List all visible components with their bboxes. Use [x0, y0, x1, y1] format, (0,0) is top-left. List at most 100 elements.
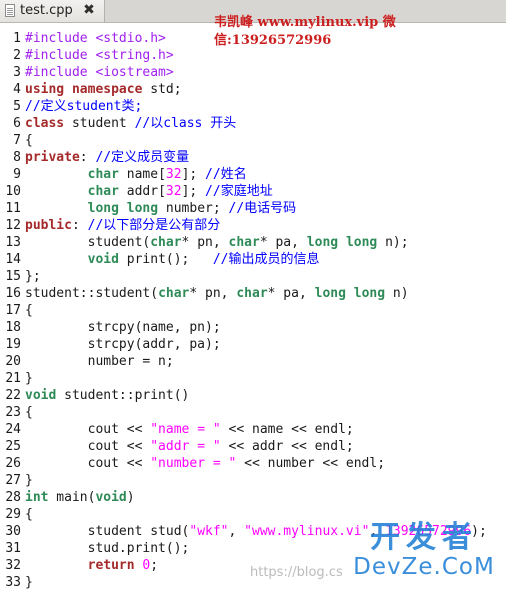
code-token: << name << endl; — [220, 422, 354, 437]
code-line[interactable]: 13 student(char* pn, char* pa, long long… — [0, 234, 506, 251]
code-token: public — [25, 218, 72, 233]
code-line[interactable]: 3 #include <iostream> — [0, 64, 506, 81]
code-line[interactable]: 21} — [0, 370, 506, 387]
code-text[interactable]: strcpy(name, pn); — [25, 319, 221, 336]
line-number: 27 — [5, 473, 21, 488]
code-token: 32 — [165, 167, 182, 182]
code-text[interactable]: stud.print(); — [25, 540, 190, 557]
code-text[interactable]: { — [25, 132, 33, 149]
code-line[interactable]: 6 class student //以class 开头 — [0, 115, 506, 132]
code-line[interactable]: 7{ — [0, 132, 506, 149]
code-token: student::print() — [56, 388, 190, 403]
line-number: 17 — [5, 303, 21, 318]
code-text[interactable]: void student::print() — [25, 387, 189, 404]
line-number: 20 — [5, 354, 21, 369]
code-line[interactable]: 31 stud.print(); — [0, 540, 506, 557]
code-line[interactable]: 32 return 0; — [0, 557, 506, 574]
code-line[interactable]: 27} — [0, 472, 506, 489]
tab-test-cpp[interactable]: test.cpp ✖ — [0, 0, 105, 22]
code-text[interactable]: { — [25, 404, 33, 421]
code-line[interactable]: 26 cout << "number = " << number << endl… — [0, 455, 506, 472]
code-line[interactable]: 17 { — [0, 302, 506, 319]
code-line[interactable]: 19 strcpy(addr, pa); — [0, 336, 506, 353]
line-number: 19 — [5, 337, 21, 352]
line-number: 30 — [5, 524, 21, 539]
code-text[interactable]: int main(void) — [25, 489, 135, 506]
code-token: long — [306, 235, 339, 250]
code-text[interactable]: { — [25, 302, 33, 319]
code-token: "addr = " — [150, 439, 221, 454]
code-text[interactable]: #include <string.h> — [25, 47, 174, 64]
code-line[interactable]: 23 { — [0, 404, 506, 421]
code-text[interactable]: { — [25, 506, 33, 523]
code-text[interactable]: strcpy(addr, pa); — [25, 336, 221, 353]
code-text[interactable]: cout << "number = " << number << endl; — [25, 455, 385, 472]
code-text[interactable]: return 0; — [25, 557, 158, 574]
code-line[interactable]: 12 public: //以下部分是公有部分 — [0, 217, 506, 234]
code-line[interactable]: 22 void student::print() — [0, 387, 506, 404]
line-number: 12 — [5, 218, 21, 233]
code-line[interactable]: 14 void print(); //输出成员的信息 — [0, 251, 506, 268]
code-token: //输出成员的信息 — [212, 252, 320, 267]
code-line[interactable]: 15}; — [0, 268, 506, 285]
code-line[interactable]: 24 cout << "name = " << name << endl; — [0, 421, 506, 438]
code-text[interactable]: student::student(char* pn, char* pa, lon… — [25, 285, 409, 302]
code-token: number = n; — [25, 354, 174, 369]
code-line[interactable]: 8 private: //定义成员变量 — [0, 149, 506, 166]
code-text[interactable]: public: //以下部分是公有部分 — [25, 217, 220, 234]
line-number: 9 — [13, 167, 21, 182]
code-token: print(); — [118, 252, 213, 267]
code-text[interactable]: char addr[32]; //家庭地址 — [25, 183, 273, 200]
code-text[interactable]: cout << "name = " << name << endl; — [25, 421, 354, 438]
code-line[interactable]: 10 char addr[32]; //家庭地址 — [0, 183, 506, 200]
close-icon[interactable]: ✖ — [82, 3, 96, 17]
code-line[interactable]: 5 //定义student类; — [0, 98, 506, 115]
code-line[interactable]: 16 student::student(char* pn, char* pa, l… — [0, 285, 506, 302]
code-line[interactable]: 9 char name[32]; //姓名 — [0, 166, 506, 183]
code-line[interactable]: 25 cout << "addr = " << addr << endl; — [0, 438, 506, 455]
code-text[interactable]: class student //以class 开头 — [25, 115, 236, 132]
code-token: //以下部分是公有部分 — [87, 218, 221, 233]
code-text[interactable]: }; — [25, 268, 41, 285]
code-text[interactable]: student(char* pn, char* pa, long long n)… — [25, 234, 409, 251]
code-token: addr[ — [118, 184, 166, 199]
code-text[interactable]: } — [25, 472, 33, 489]
code-text[interactable]: using namespace std; — [25, 81, 182, 98]
code-token: //定义成员变量 — [95, 150, 190, 165]
code-line[interactable]: 30 student stud("wkf", "www.mylinux.vi",… — [0, 523, 506, 540]
code-text[interactable]: student stud("wkf", "www.mylinux.vi", 13… — [25, 523, 487, 540]
code-text[interactable]: cout << "addr = " << addr << endl; — [25, 438, 354, 455]
code-line[interactable]: 33} — [0, 574, 506, 590]
line-number: 7 — [13, 133, 21, 148]
code-token: name[ — [118, 167, 166, 182]
line-number: 14 — [5, 252, 21, 267]
code-text[interactable]: number = n; — [25, 353, 174, 370]
code-text[interactable]: long long number; //电话号码 — [25, 200, 297, 217]
code-token: long — [87, 201, 119, 216]
code-text[interactable]: void print(); //输出成员的信息 — [25, 251, 320, 268]
code-text[interactable]: private: //定义成员变量 — [25, 149, 189, 166]
code-line[interactable]: 28 int main(void) — [0, 489, 506, 506]
code-line[interactable]: 4 using namespace std; — [0, 81, 506, 98]
code-token: } — [25, 371, 33, 386]
code-text[interactable]: #include <stdio.h> — [25, 30, 166, 47]
code-text[interactable]: #include <iostream> — [25, 64, 174, 81]
code-token: void — [87, 252, 119, 267]
code-line[interactable]: 20 number = n; — [0, 353, 506, 370]
code-token: * pa, — [259, 235, 307, 250]
code-token: n); — [377, 235, 409, 250]
line-number: 4 — [13, 82, 21, 97]
tab-label: test.cpp — [20, 3, 73, 18]
code-text[interactable]: } — [25, 574, 33, 590]
code-token: student::student( — [25, 286, 159, 301]
code-line[interactable]: 18 strcpy(name, pn); — [0, 319, 506, 336]
code-line[interactable]: 29 { — [0, 506, 506, 523]
code-text[interactable]: //定义student类; — [25, 98, 142, 115]
code-editor[interactable]: 1 #include <stdio.h> 2 #include <string.h> 3… — [0, 28, 506, 590]
code-text[interactable]: } — [25, 370, 33, 387]
code-line[interactable]: 11 long long number; //电话号码 — [0, 200, 506, 217]
code-text[interactable]: char name[32]; //姓名 — [25, 166, 247, 183]
